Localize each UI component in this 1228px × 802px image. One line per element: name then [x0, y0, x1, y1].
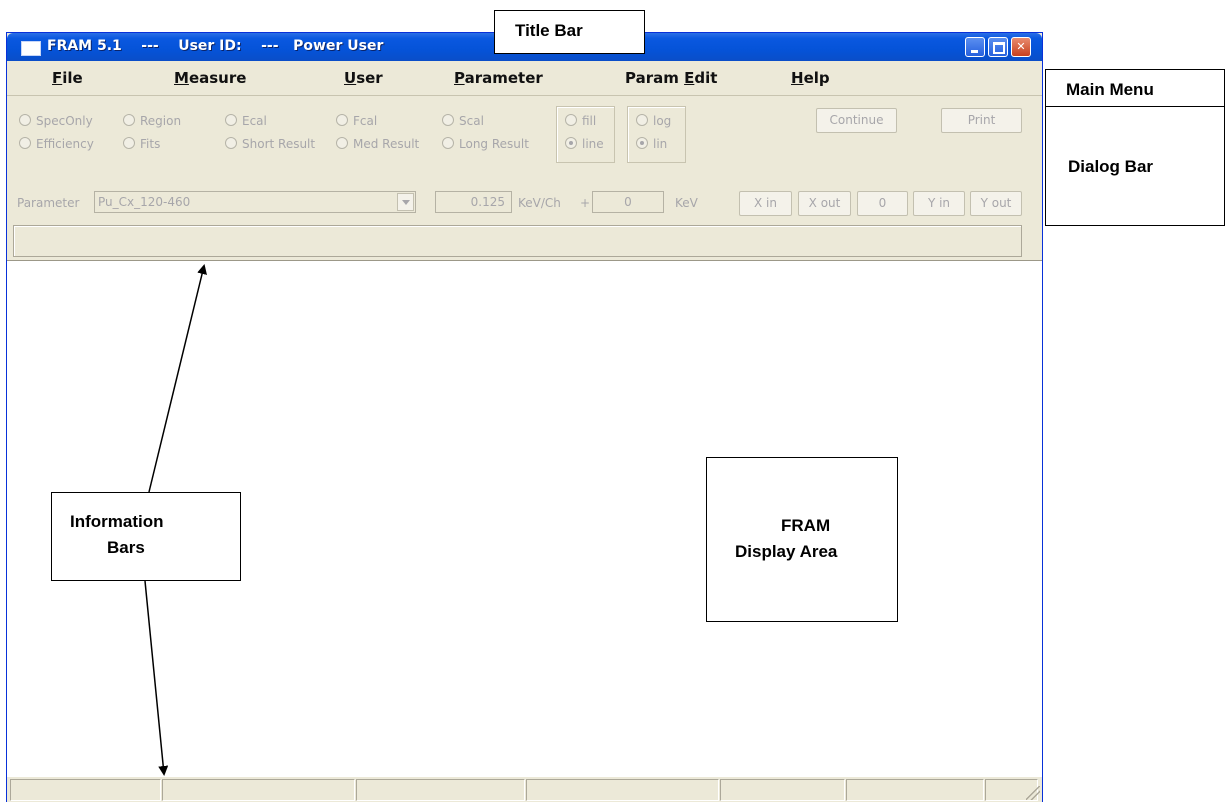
arrow-to-bottom-info-bar	[144, 580, 169, 776]
arrow-to-top-info-bar	[148, 264, 207, 493]
annotation-arrows	[144, 264, 207, 776]
